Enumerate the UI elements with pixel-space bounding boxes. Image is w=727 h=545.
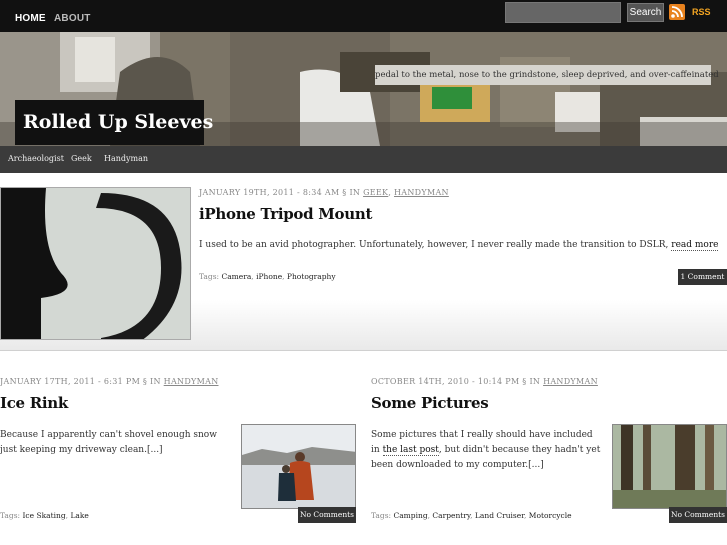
post-excerpt: Because I apparently can't shovel enough… bbox=[0, 430, 217, 455]
post-title[interactable]: Ice Rink bbox=[0, 394, 68, 412]
comments-button[interactable]: No Comments bbox=[298, 507, 356, 523]
post-excerpt: Some pictures that I really should have … bbox=[371, 428, 603, 473]
post-thumbnail[interactable] bbox=[241, 424, 356, 509]
excerpt-text: I used to be an avid photographer. Unfor… bbox=[199, 240, 669, 250]
post-thumbnail[interactable] bbox=[612, 424, 727, 509]
tag-link[interactable]: Carpentry bbox=[432, 511, 470, 520]
tag-link[interactable]: Ice Skating bbox=[22, 511, 65, 520]
category-archaeologist[interactable]: Archaeologist bbox=[8, 154, 64, 163]
search-button[interactable]: Search bbox=[627, 3, 664, 22]
post-title[interactable]: iPhone Tripod Mount bbox=[199, 205, 372, 223]
category-link[interactable]: HANDYMAN bbox=[394, 188, 449, 197]
tags-label: Tags: bbox=[371, 511, 392, 520]
post-tags: Tags: Camera, iPhone, Photography bbox=[199, 272, 336, 281]
post-excerpt: I used to be an avid photographer. Unfor… bbox=[199, 238, 719, 253]
tag-link[interactable]: Motorcycle bbox=[529, 511, 572, 520]
category-link[interactable]: HANDYMAN bbox=[543, 377, 598, 386]
post-date: OCTOBER 14TH, 2010 - 10:14 PM § IN bbox=[371, 377, 541, 386]
category-link[interactable]: HANDYMAN bbox=[164, 377, 219, 386]
post-tags: Tags: Ice Skating, Lake bbox=[0, 511, 89, 520]
nav-about-link[interactable]: ABOUT bbox=[54, 13, 91, 24]
site-title[interactable]: Rolled Up Sleeves bbox=[15, 100, 213, 145]
rss-icon[interactable] bbox=[669, 4, 685, 20]
featured-meta: JANUARY 19TH, 2011 - 8:34 AM § IN GEEK, … bbox=[199, 188, 449, 197]
tag-link[interactable]: Camera bbox=[221, 272, 251, 281]
post-tags: Tags: Camping, Carpentry, Land Cruiser, … bbox=[371, 511, 572, 520]
category-nav: Archaeologist Geek Handyman bbox=[0, 146, 727, 173]
post-date: JANUARY 19TH, 2011 - 8:34 AM § IN bbox=[199, 188, 361, 197]
category-handyman[interactable]: Handyman bbox=[104, 154, 148, 163]
read-more-link[interactable]: read more bbox=[671, 240, 719, 251]
post-meta: JANUARY 17TH, 2011 - 6:31 PM § IN HANDYM… bbox=[0, 377, 219, 386]
tag-link[interactable]: Photography bbox=[287, 272, 336, 281]
tags-label: Tags: bbox=[0, 511, 21, 520]
search-input[interactable] bbox=[505, 2, 621, 23]
featured-thumbnail[interactable] bbox=[0, 187, 191, 340]
last-post-link[interactable]: the last post bbox=[382, 445, 439, 456]
site-tagline: pedal to the metal, nose to the grindsto… bbox=[375, 65, 719, 85]
category-link[interactable]: GEEK bbox=[363, 188, 388, 197]
tag-link[interactable]: Camping bbox=[393, 511, 427, 520]
tag-link[interactable]: Land Cruiser bbox=[475, 511, 524, 520]
section-divider bbox=[0, 350, 727, 351]
post-date: JANUARY 17TH, 2011 - 6:31 PM § IN bbox=[0, 377, 161, 386]
comments-button[interactable]: No Comments bbox=[669, 507, 727, 523]
tags-label: Tags: bbox=[199, 272, 220, 281]
category-geek[interactable]: Geek bbox=[71, 154, 92, 163]
top-bar: HOME ABOUT Search RSS bbox=[0, 0, 727, 32]
comments-button[interactable]: 1 Comment bbox=[678, 269, 727, 285]
tag-link[interactable]: iPhone bbox=[256, 272, 282, 281]
post-meta: OCTOBER 14TH, 2010 - 10:14 PM § IN HANDY… bbox=[371, 377, 598, 386]
tag-link[interactable]: Lake bbox=[70, 511, 88, 520]
rss-link[interactable]: RSS bbox=[692, 7, 711, 17]
nav-home-link[interactable]: HOME bbox=[15, 13, 46, 24]
post-title[interactable]: Some Pictures bbox=[371, 394, 489, 412]
